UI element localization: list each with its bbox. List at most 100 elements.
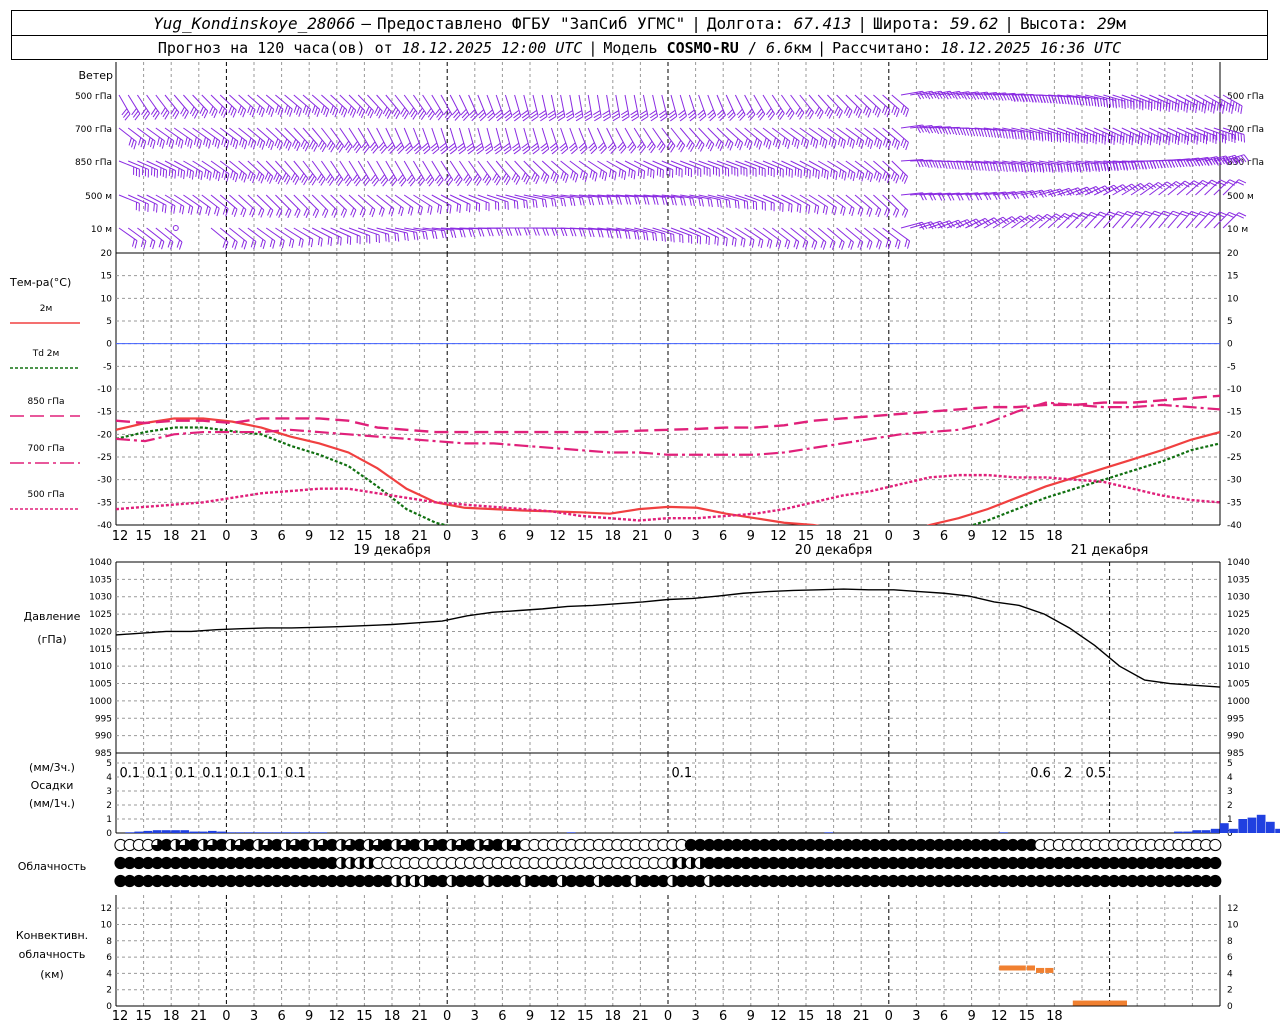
wind-barb-feather <box>784 139 788 148</box>
wind-barb-feather <box>239 137 243 146</box>
wind-barb-shaft <box>219 227 238 243</box>
wind-barb-feather <box>816 206 820 215</box>
wind-barb-feather <box>410 207 414 216</box>
wind-barb-feather <box>1169 100 1171 109</box>
wind-barb-feather <box>727 140 732 149</box>
wind-barb-feather <box>563 228 568 237</box>
wind-barb-feather <box>891 105 896 114</box>
x-tick-label: 0 <box>664 529 672 544</box>
y-tick-label: 990 <box>1227 732 1244 742</box>
wind-barb-feather <box>866 206 870 215</box>
wind-barb-feather <box>581 197 585 206</box>
wind-barb-feather <box>378 206 383 215</box>
wind-barb-feather <box>1115 98 1117 107</box>
wind-barb-feather <box>1179 213 1188 217</box>
wind-barb-feather <box>989 162 993 171</box>
precip-3h-label: 0.1 <box>257 766 278 781</box>
wind-barb-feather <box>860 140 865 149</box>
wind-barb-feather <box>894 139 898 148</box>
wind-barb-shaft <box>836 194 855 209</box>
y-tick-label: -30 <box>97 476 112 486</box>
wind-barb-feather <box>968 162 972 171</box>
wind-barb-feather <box>477 228 482 237</box>
wind-barb-shaft <box>155 194 176 207</box>
wind-barb-shaft <box>827 127 846 142</box>
wind-barb-feather <box>131 139 135 148</box>
precip-3h-label: 0.1 <box>285 766 306 781</box>
wind-barb-feather <box>387 234 390 243</box>
wind-barb-feather <box>814 106 820 115</box>
wind-barb-feather <box>199 207 203 216</box>
precip-3h-label: 0.1 <box>119 766 140 781</box>
y-tick-label: 0 <box>1227 340 1233 350</box>
wind-barb-feather <box>249 173 254 182</box>
x-tick-label: 6 <box>498 529 506 544</box>
wind-barb-feather <box>317 237 321 246</box>
precip-bar <box>999 832 1008 833</box>
wind-barb-shaft <box>808 227 827 243</box>
pressure-panel: 1040 1040 1035 1035 1030 1030 1025 1025 1020 1020… <box>89 558 1250 759</box>
wind-barb-feather <box>714 236 717 245</box>
y-tick-label: 10 <box>1227 920 1239 930</box>
wind-barb-shaft <box>265 227 285 241</box>
wind-barb-feather <box>627 231 631 240</box>
wind-barb-shaft <box>790 194 811 207</box>
wind-barb-shaft <box>587 160 607 174</box>
wind-barb-feather <box>818 111 824 120</box>
wind-barb-feather <box>134 240 138 249</box>
wind-barb-feather <box>175 136 179 145</box>
wind-barb-feather <box>517 227 522 236</box>
wind-barb-feather <box>1054 95 1058 104</box>
y-tick-label: 0 <box>1227 1002 1233 1012</box>
wind-barb-feather <box>1229 211 1237 216</box>
wind-barb-feather <box>143 240 147 249</box>
wind-barb-feather <box>608 169 612 178</box>
wind-barb-feather <box>646 196 650 205</box>
wind-barb-feather <box>1211 99 1214 108</box>
y-tick-label: 10 <box>1227 294 1239 304</box>
legend-label-t850: 850 гПа <box>27 397 64 407</box>
wind-barb-feather <box>895 175 900 184</box>
wind-barb-shaft <box>265 160 282 178</box>
wind-barb-feather <box>159 167 162 176</box>
wind-barb-feather <box>579 170 583 179</box>
wind-barb-feather <box>962 161 966 170</box>
wind-barb-feather <box>707 198 710 207</box>
wind-barb-feather <box>208 140 212 149</box>
wind-barb-feather <box>293 105 298 113</box>
wind-barb-feather <box>1150 133 1153 142</box>
wind-barb-feather <box>1189 213 1198 217</box>
y-tick-label: 1000 <box>89 697 112 707</box>
wind-barb-shaft <box>422 194 442 207</box>
wind-barb-shaft <box>1047 213 1065 229</box>
wind-barb-shaft <box>229 194 247 210</box>
wind-barb-feather <box>286 106 291 115</box>
wind-barb-feather <box>526 200 528 209</box>
wind-barb-feather <box>226 173 230 182</box>
day-label: 21 декабря <box>1071 543 1149 558</box>
wind-barb-shaft <box>735 160 757 170</box>
y-tick-label: -25 <box>1227 453 1242 463</box>
wind-barb-shaft <box>192 194 211 209</box>
x-tick-label: 15 <box>1019 1009 1036 1024</box>
wind-barb-feather <box>1038 130 1041 139</box>
wind-barb-feather <box>1123 133 1125 142</box>
wind-barb-feather <box>331 207 336 216</box>
y-tick-label: 20 <box>1227 249 1239 259</box>
wind-barb-shaft <box>799 127 819 142</box>
wind-barb-feather <box>825 206 829 215</box>
wind-barb-shaft <box>311 194 329 211</box>
wind-barb-feather <box>842 140 846 149</box>
wind-barb-feather <box>275 174 280 183</box>
y-tick-label: 1025 <box>1227 610 1250 620</box>
wind-barb-shaft <box>357 94 374 112</box>
wind-barb-feather <box>296 143 301 152</box>
legend-label-t2m: 2м <box>40 304 53 314</box>
wind-barb-feather <box>272 240 276 249</box>
wind-barb-feather <box>743 239 746 248</box>
wind-barb-shaft <box>164 227 183 243</box>
precip-bar <box>300 832 309 833</box>
wind-barb-feather <box>554 198 557 207</box>
y-tick-label: 1005 <box>1227 680 1250 690</box>
wind-barb-shaft <box>339 227 361 237</box>
